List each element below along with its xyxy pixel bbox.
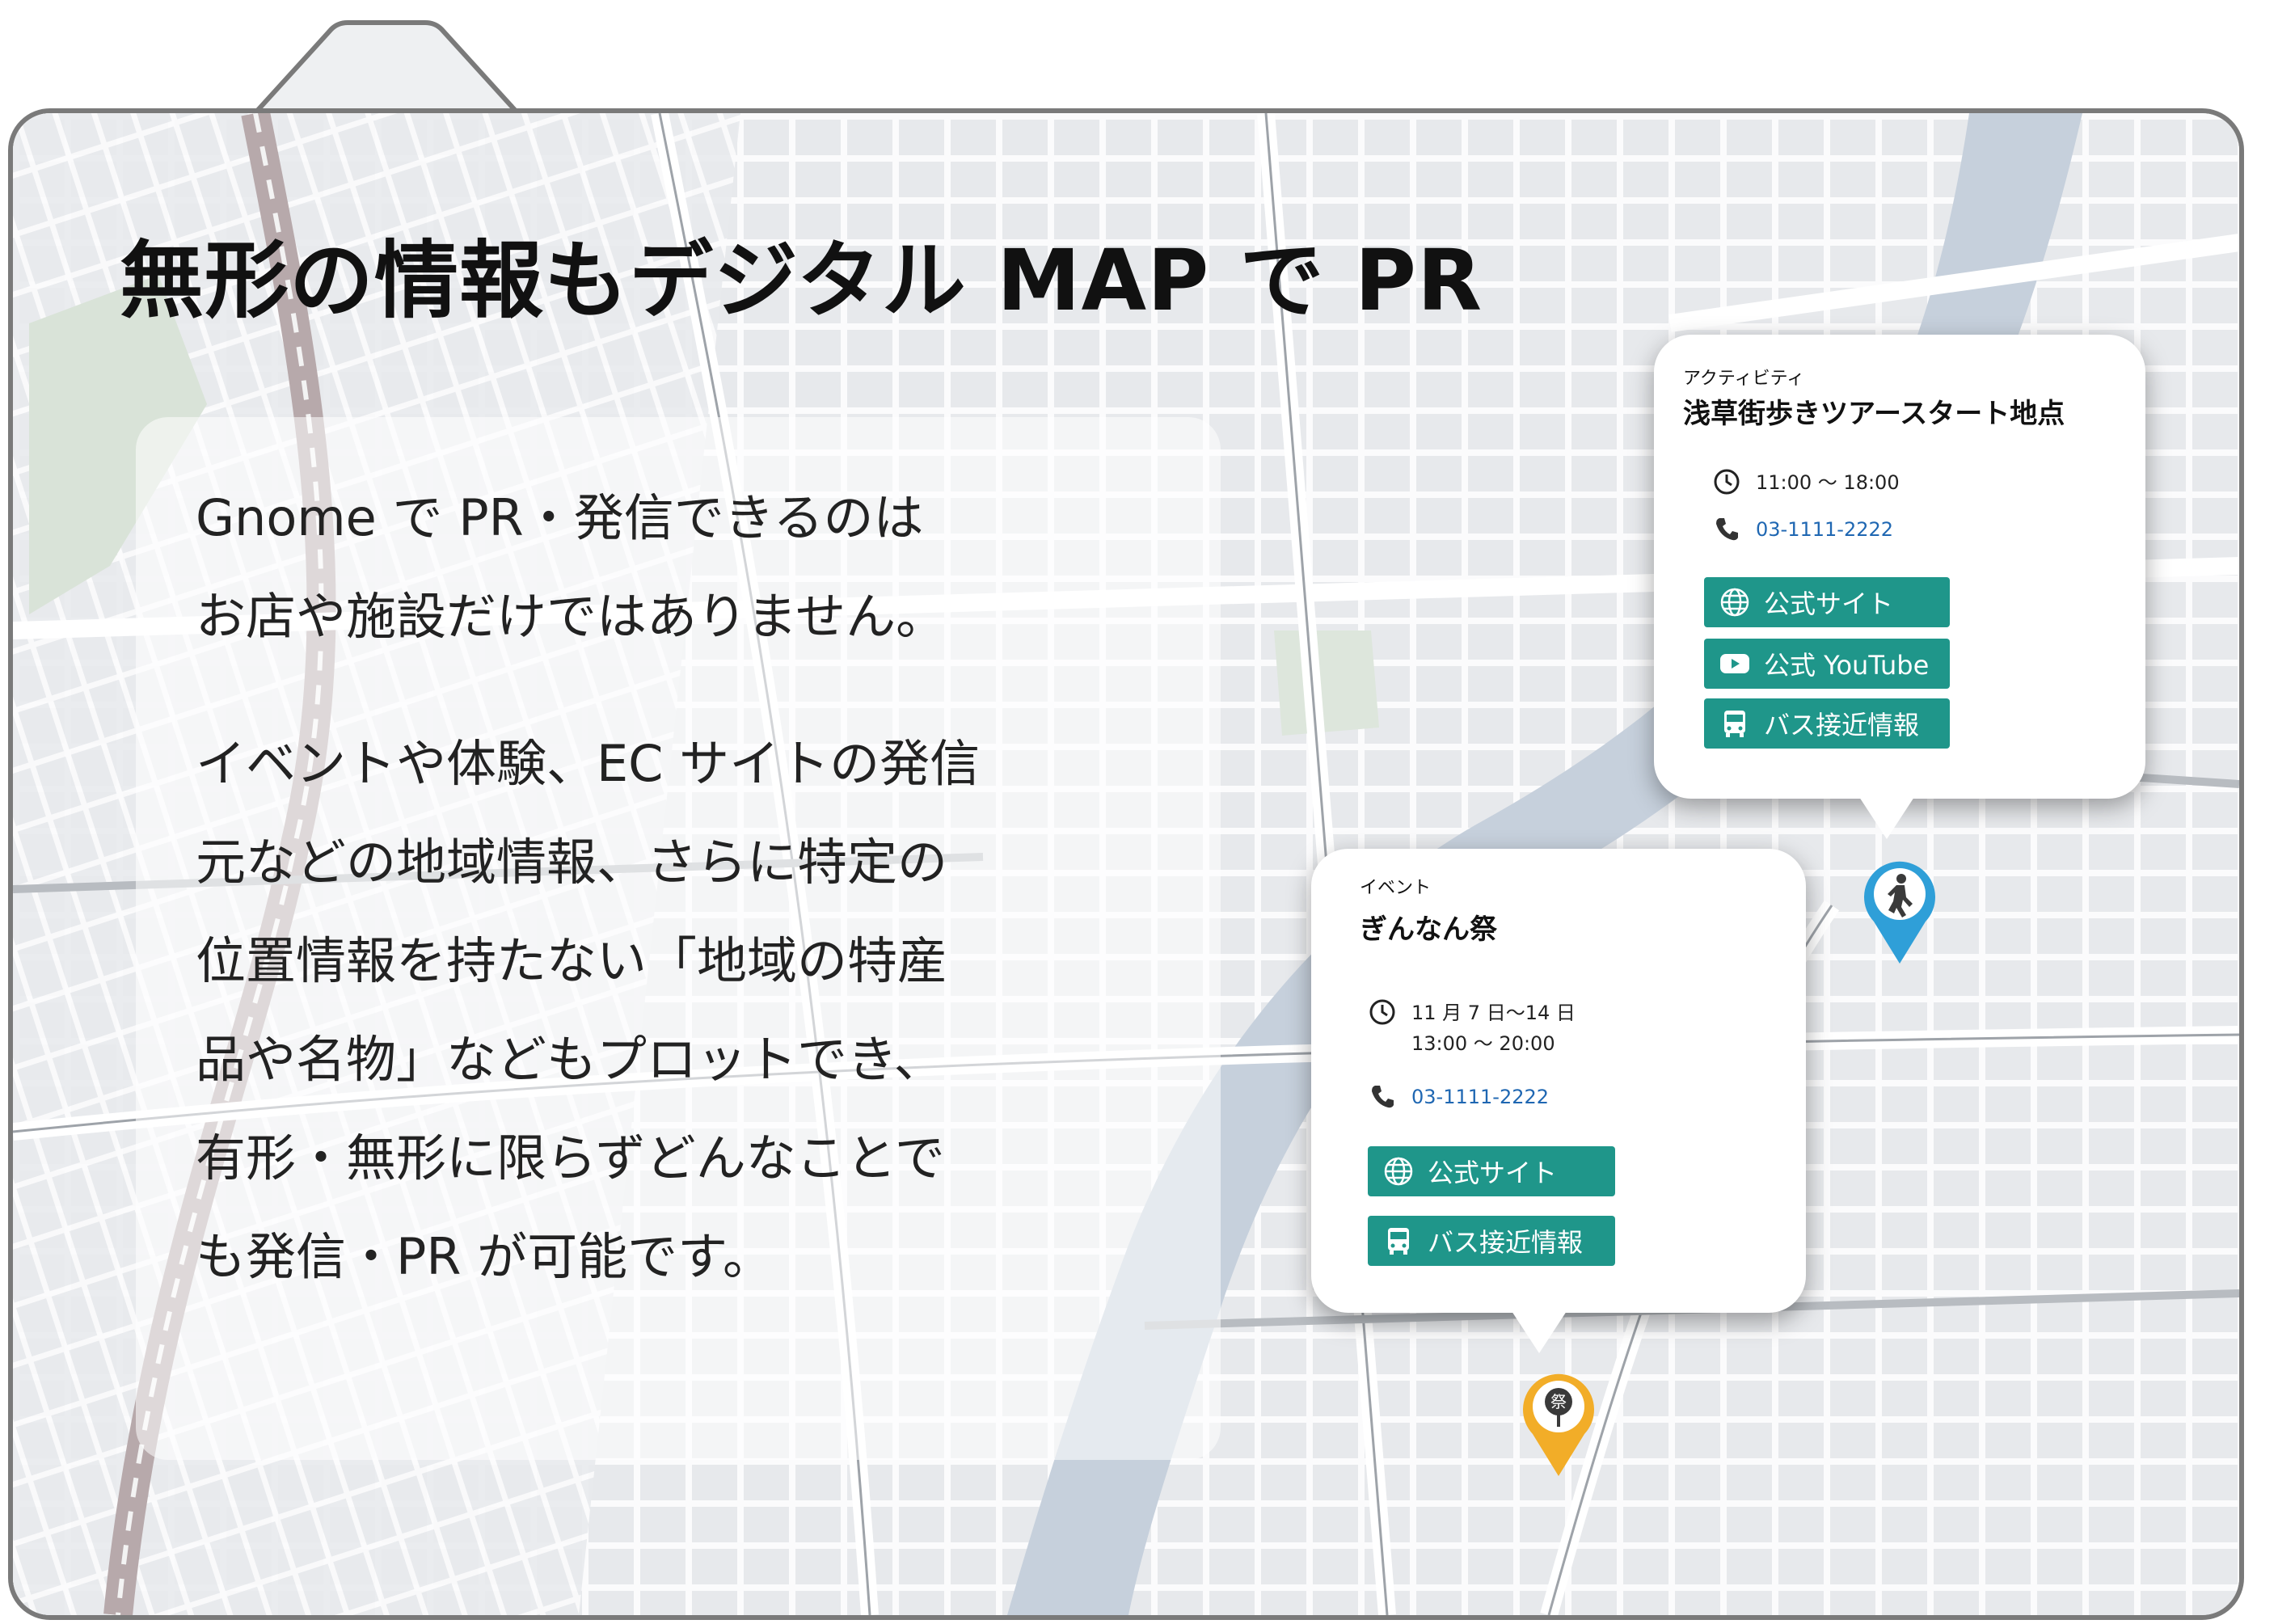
- official-site-button[interactable]: 公式サイト: [1704, 577, 1950, 627]
- youtube-icon: [1720, 654, 1749, 673]
- bus-approach-button[interactable]: バス接近情報: [1368, 1216, 1615, 1266]
- activity-map-pin[interactable]: [1861, 857, 1938, 967]
- button-label: 公式 YouTube: [1764, 650, 1930, 681]
- phone-link[interactable]: 03-1111-2222: [1411, 1082, 1549, 1112]
- globe-icon: [1720, 588, 1749, 617]
- official-site-button[interactable]: 公式サイト: [1368, 1146, 1615, 1196]
- card-title: 浅草街歩きツアースタート地点: [1683, 398, 2065, 430]
- body-line: 元などの地域情報、さらに特定の: [196, 833, 948, 892]
- body-line: Gnome で PR・発信できるのは: [196, 488, 924, 547]
- button-label: 公式サイト: [1428, 1158, 1558, 1188]
- event-map-pin[interactable]: 祭: [1520, 1369, 1597, 1479]
- phone-icon: [1716, 518, 1738, 541]
- activity-info-card: アクティビティ 浅草街歩きツアースタート地点 11:00 〜 18:00 03-…: [1654, 335, 2145, 839]
- body-line: イベントや体験、EC サイトの発信: [196, 734, 981, 793]
- bus-approach-button[interactable]: バス接近情報: [1704, 698, 1950, 749]
- card-category: アクティビティ: [1683, 369, 1805, 389]
- dates-text: 11 月 7 日〜14 日: [1411, 1002, 1576, 1024]
- clock-icon: [1714, 469, 1740, 495]
- body-line: 位置情報を持たない「地域の特産: [196, 931, 948, 990]
- body-paragraph-2: イベントや体験、EC サイトの発信 元などの地域情報、さらに特定の 位置情報を持…: [196, 715, 980, 1306]
- page-title: 無形の情報もデジタル MAP で PR: [120, 231, 1483, 330]
- hours-text: 11:00 〜 18:00: [1756, 471, 1900, 494]
- phone-row: 03-1111-2222: [1712, 514, 1893, 545]
- card-title: ぎんなん祭: [1360, 913, 1497, 946]
- frame-tab: [243, 20, 534, 118]
- phone-link[interactable]: 03-1111-2222: [1756, 514, 1893, 545]
- hours-row: 11:00 〜 18:00: [1712, 467, 1900, 498]
- schedule-row: 11 月 7 日〜14 日 13:00 〜 20:00: [1368, 998, 1576, 1059]
- card-category: イベント: [1360, 878, 1432, 898]
- bus-icon: [1724, 711, 1745, 737]
- body-line: 品や名物」などもプロットでき、: [196, 1030, 944, 1089]
- body-paragraph-1: Gnome で PR・発信できるのは お店や施設だけではありません。: [196, 469, 946, 666]
- event-info-card: イベント ぎんなん祭 11 月 7 日〜14 日 13:00 〜 20:00 0…: [1311, 849, 1806, 1353]
- phone-row: 03-1111-2222: [1368, 1082, 1549, 1112]
- body-line: お店や施設だけではありません。: [196, 587, 947, 646]
- clock-icon: [1369, 999, 1395, 1025]
- official-youtube-button[interactable]: 公式 YouTube: [1704, 639, 1950, 689]
- globe-icon: [1384, 1157, 1413, 1186]
- festival-label: 祭: [1550, 1392, 1567, 1411]
- button-label: バス接近情報: [1764, 710, 1920, 740]
- phone-icon: [1372, 1086, 1394, 1108]
- body-line: も発信・PR が可能です。: [196, 1227, 773, 1286]
- bus-icon: [1388, 1228, 1409, 1255]
- button-label: 公式サイト: [1764, 588, 1894, 619]
- button-label: バス接近情報: [1428, 1227, 1584, 1258]
- hours-text: 13:00 〜 20:00: [1411, 1032, 1555, 1055]
- body-line: 有形・無形に限らずどんなことで: [196, 1128, 945, 1187]
